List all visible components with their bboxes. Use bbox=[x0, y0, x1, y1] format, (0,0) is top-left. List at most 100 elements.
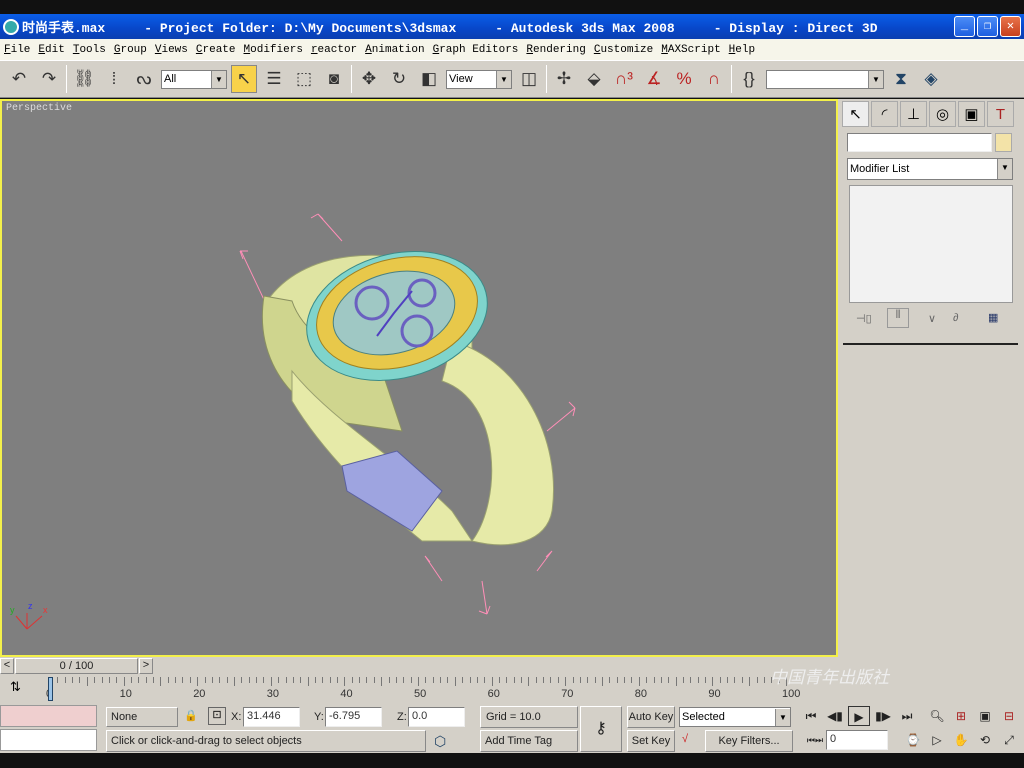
menu-customize[interactable]: Customize bbox=[590, 44, 657, 56]
menu-maxscript[interactable]: MAXScript bbox=[657, 44, 724, 56]
modifier-list-dropdown[interactable]: Modifier List ▼ bbox=[847, 158, 1013, 180]
play-icon[interactable]: ▶ bbox=[848, 706, 870, 726]
menu-modifiers[interactable]: Modifiers bbox=[240, 44, 307, 56]
named-selection-dropdown[interactable]: ▼ bbox=[766, 69, 884, 89]
zoom-extents-all-icon[interactable]: ⊟ bbox=[998, 706, 1020, 726]
current-frame-input[interactable]: 0 bbox=[826, 730, 888, 750]
arc-rotate-icon[interactable]: ⟲ bbox=[974, 730, 996, 750]
key-mode-toggle-icon[interactable]: ⏮⏭ bbox=[804, 730, 826, 750]
show-end-result-icon[interactable]: ⫴ bbox=[887, 308, 909, 328]
menu-file[interactable]: File bbox=[0, 44, 34, 56]
link-icon[interactable]: ⛓ bbox=[71, 65, 97, 93]
track-tick bbox=[543, 677, 545, 683]
track-bar[interactable]: 0102030405060708090100 bbox=[46, 677, 800, 703]
menu-rendering[interactable]: Rendering bbox=[522, 44, 589, 56]
zoom-extents-icon[interactable]: ▣ bbox=[974, 706, 996, 726]
rotate-icon[interactable]: ↻ bbox=[386, 65, 412, 93]
make-unique-icon[interactable]: ∨ bbox=[928, 312, 936, 325]
close-button[interactable]: ✕ bbox=[1000, 16, 1021, 37]
default-tangents-icon[interactable]: √ bbox=[682, 733, 688, 745]
redo-icon[interactable]: ↷ bbox=[36, 65, 62, 93]
add-time-tag-button[interactable]: Add Time Tag bbox=[480, 730, 578, 752]
perspective-viewport[interactable]: Perspective y z x bbox=[0, 99, 838, 657]
rectangle-selection-icon[interactable]: ⬚ bbox=[291, 65, 317, 93]
main-toolbar: ↶ ↷ ⛓ ⁞ ᔓ All ▼ ↖ ☰ ⬚ ◙ ✥ ↻ ◧ View ▼ ◫ ✢ ⬙… bbox=[0, 60, 1024, 98]
select-object-icon[interactable]: ↖ bbox=[231, 65, 257, 93]
menu-edit[interactable]: Edit bbox=[34, 44, 68, 56]
object-color-swatch[interactable] bbox=[995, 133, 1012, 152]
time-slider-next[interactable]: > bbox=[139, 658, 153, 674]
edit-named-selection-icon[interactable]: {} bbox=[736, 65, 762, 93]
window-crossing-icon[interactable]: ◙ bbox=[321, 65, 347, 93]
x-coordinate-input[interactable]: 31.446 bbox=[243, 707, 300, 727]
zoom-all-icon[interactable]: ⊞ bbox=[950, 706, 972, 726]
motion-tab-icon[interactable]: ◎ bbox=[929, 101, 956, 127]
snap-3d-icon[interactable]: ∩³ bbox=[611, 65, 637, 93]
menu-views[interactable]: Views bbox=[151, 44, 192, 56]
scale-icon[interactable]: ◧ bbox=[416, 65, 442, 93]
object-name-input[interactable] bbox=[847, 133, 992, 152]
keyboard-shortcut-icon[interactable]: ⬙ bbox=[581, 65, 607, 93]
next-frame-icon[interactable]: ▮▶ bbox=[872, 706, 894, 726]
remove-modifier-icon[interactable]: ∂ bbox=[953, 312, 958, 324]
maximize-viewport-icon[interactable]: ⤢ bbox=[998, 730, 1020, 750]
y-coordinate-input[interactable]: -6.795 bbox=[325, 707, 382, 727]
spinner-snap-icon[interactable]: ∩ bbox=[701, 65, 727, 93]
utilities-tab-icon[interactable]: T bbox=[987, 101, 1014, 127]
maxscript-listener[interactable] bbox=[0, 705, 97, 727]
configure-modifier-sets-icon[interactable]: ▦ bbox=[988, 311, 998, 324]
previous-frame-icon[interactable]: ◀▮ bbox=[824, 706, 846, 726]
create-tab-icon[interactable]: ↖ bbox=[842, 101, 869, 127]
selection-filter-dropdown[interactable]: All ▼ bbox=[161, 69, 227, 89]
go-to-start-icon[interactable]: ⏮ bbox=[800, 706, 822, 726]
restore-button[interactable]: ❐ bbox=[977, 16, 998, 37]
isolate-selection-icon[interactable]: ⬡ bbox=[434, 733, 446, 750]
track-tick bbox=[256, 677, 258, 683]
menu-reactor[interactable]: reactor bbox=[307, 44, 361, 56]
menu-graph-editors[interactable]: Graph Editors bbox=[429, 44, 523, 56]
curve-editor-icon[interactable]: ⇅ bbox=[10, 679, 21, 695]
mirror-icon[interactable]: ⧗ bbox=[888, 65, 914, 93]
move-icon[interactable]: ✥ bbox=[356, 65, 382, 93]
pivot-center-icon[interactable]: ◫ bbox=[516, 65, 542, 93]
menu-create[interactable]: Create bbox=[192, 44, 240, 56]
time-slider[interactable]: 0 / 100 bbox=[15, 658, 138, 674]
track-tick bbox=[388, 677, 390, 683]
key-mode-dropdown[interactable]: Selected ▼ bbox=[679, 707, 791, 727]
bind-space-warp-icon[interactable]: ᔓ bbox=[131, 65, 157, 93]
key-icon[interactable]: ⚷ bbox=[580, 706, 622, 752]
minimize-button[interactable]: _ bbox=[954, 16, 975, 37]
display-tab-icon[interactable]: ▣ bbox=[958, 101, 985, 127]
zoom-icon[interactable]: 🔍︎ bbox=[926, 706, 948, 726]
field-of-view-icon[interactable]: ▷ bbox=[926, 730, 948, 750]
absolute-mode-icon[interactable]: ⊡ bbox=[208, 707, 226, 725]
key-filters-button[interactable]: Key Filters... bbox=[705, 730, 793, 752]
menu-group[interactable]: Group bbox=[110, 44, 151, 56]
modify-tab-icon[interactable]: ◜ bbox=[871, 101, 898, 127]
maxscript-input[interactable] bbox=[0, 729, 97, 751]
time-slider-prev[interactable]: < bbox=[0, 658, 14, 674]
angle-snap-icon[interactable]: ∡ bbox=[641, 65, 667, 93]
hierarchy-tab-icon[interactable]: ⊥ bbox=[900, 101, 927, 127]
reference-coord-dropdown[interactable]: View ▼ bbox=[446, 69, 512, 89]
z-coordinate-input[interactable]: 0.0 bbox=[408, 707, 465, 727]
go-to-end-icon[interactable]: ⏭ bbox=[896, 706, 918, 726]
unlink-icon[interactable]: ⁞ bbox=[101, 65, 127, 93]
time-cursor[interactable] bbox=[48, 677, 53, 701]
pan-icon[interactable]: ✋ bbox=[950, 730, 972, 750]
undo-icon[interactable]: ↶ bbox=[6, 65, 32, 93]
menu-animation[interactable]: Animation bbox=[361, 44, 428, 56]
menu-help[interactable]: Help bbox=[725, 44, 759, 56]
align-icon[interactable]: ◈ bbox=[918, 65, 944, 93]
pin-stack-icon[interactable]: ⊣▯ bbox=[856, 312, 872, 325]
watch-model[interactable]: y z x bbox=[2, 101, 836, 655]
lock-icon[interactable]: 🔒 bbox=[184, 709, 198, 722]
auto-key-button[interactable]: Auto Key bbox=[627, 706, 675, 728]
manipulate-icon[interactable]: ✢ bbox=[551, 65, 577, 93]
modifier-stack[interactable] bbox=[849, 185, 1013, 303]
menu-tools[interactable]: Tools bbox=[69, 44, 110, 56]
time-configuration-icon[interactable]: ⌚ bbox=[902, 730, 924, 750]
percent-snap-icon[interactable]: % bbox=[671, 65, 697, 93]
set-key-button[interactable]: Set Key bbox=[627, 730, 675, 752]
select-by-name-icon[interactable]: ☰ bbox=[261, 65, 287, 93]
